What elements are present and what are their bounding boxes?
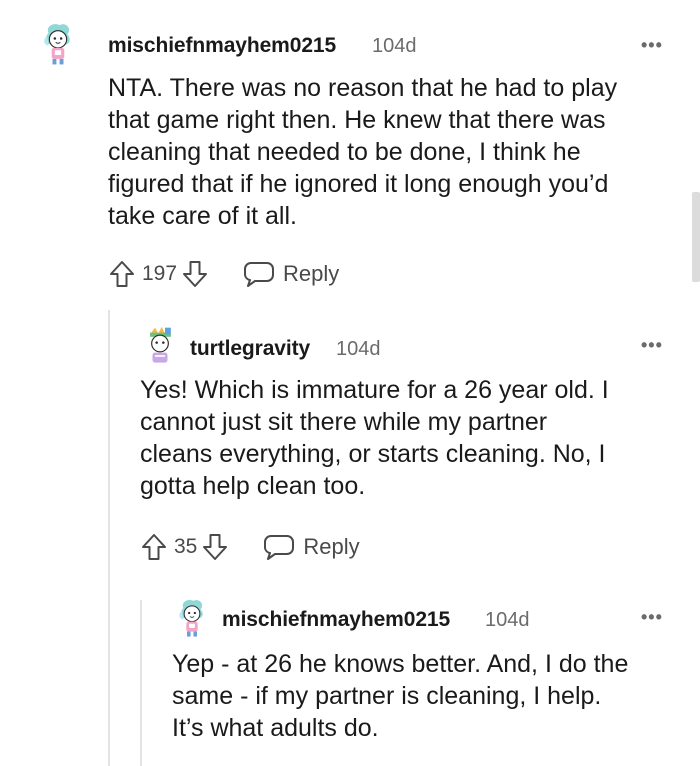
comment-body: Yep - at 26 he knows better. And, I do t… bbox=[172, 650, 629, 742]
scrollbar-thumb[interactable] bbox=[692, 192, 700, 282]
comment-age: 104d bbox=[485, 609, 530, 631]
avatar-mischiefnmayhem0215[interactable] bbox=[172, 598, 212, 638]
comment-author[interactable]: mischiefnmayhem0215 bbox=[222, 608, 450, 632]
more-options-icon[interactable]: ••• bbox=[641, 608, 663, 626]
comment-3: mischiefnmayhem0215 104d ••• Yep - at 26… bbox=[0, 0, 700, 766]
